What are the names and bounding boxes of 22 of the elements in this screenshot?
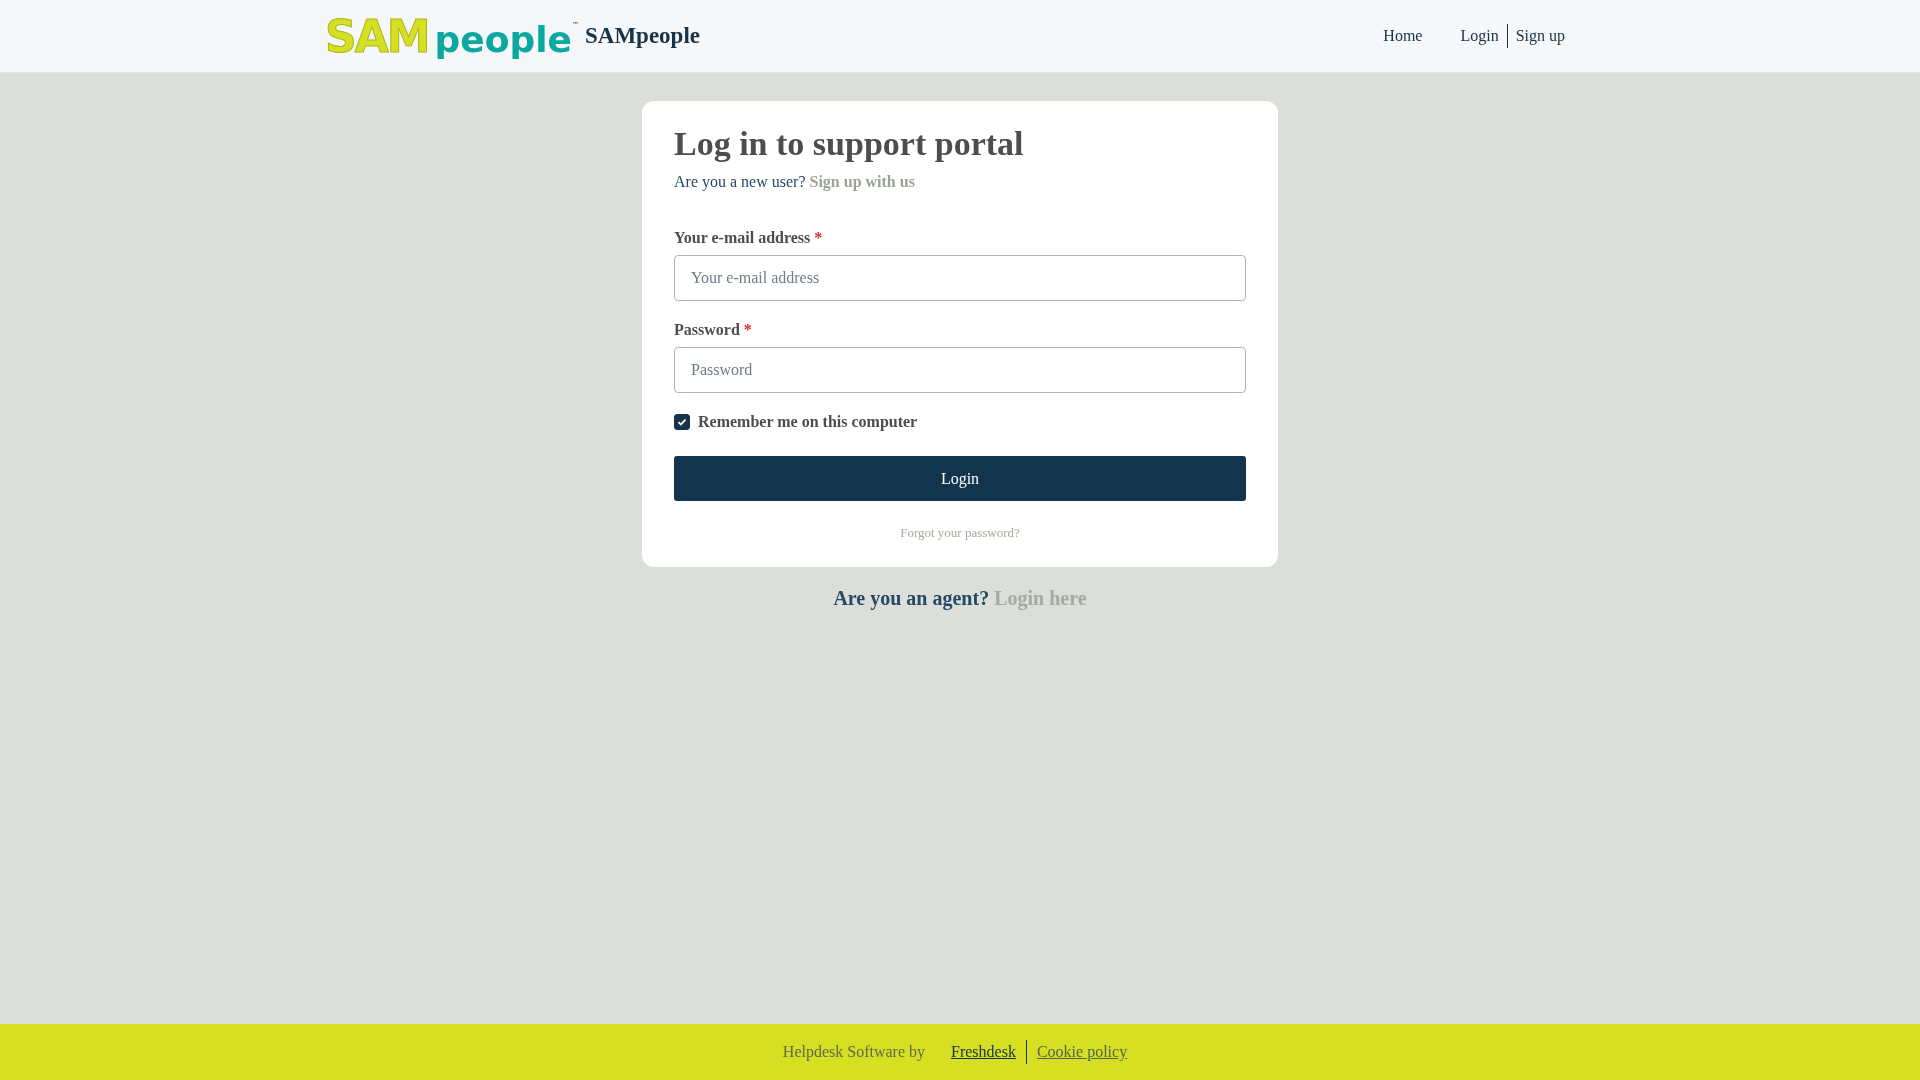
required-mark: * — [743, 321, 752, 338]
input-field[interactable]: Your e-mail address — [674, 255, 1246, 301]
logo-text: SAM — [325, 10, 429, 62]
checkbox[interactable] — [674, 414, 690, 430]
check-icon — [677, 417, 687, 427]
footer-link[interactable]: Cookie policy — [1026, 1043, 1138, 1061]
field-label: Your e-mail address * — [674, 229, 824, 247]
login-button[interactable]: Login — [674, 456, 1246, 501]
logo-text: people — [434, 18, 572, 60]
new-user-text: Are you a new user? — [674, 173, 807, 190]
required-mark: * — [814, 229, 823, 246]
nav-link[interactable]: Login — [1452, 27, 1507, 45]
field-label: Password * — [674, 321, 753, 339]
page-title: Log in to support portal — [674, 124, 1025, 164]
checkbox-label: Remember me on this computer — [698, 413, 918, 431]
agent-question: Are you an agent? — [833, 587, 991, 609]
nav-link[interactable]: Sign up — [1507, 27, 1573, 45]
input-field[interactable]: Password — [674, 347, 1246, 393]
nav-link[interactable]: Home — [1375, 27, 1431, 45]
footer-text: Helpdesk Software by — [782, 1043, 926, 1061]
brand-name: SAMpeople — [585, 23, 700, 49]
footer-link[interactable]: Freshdesk — [941, 1043, 1026, 1061]
